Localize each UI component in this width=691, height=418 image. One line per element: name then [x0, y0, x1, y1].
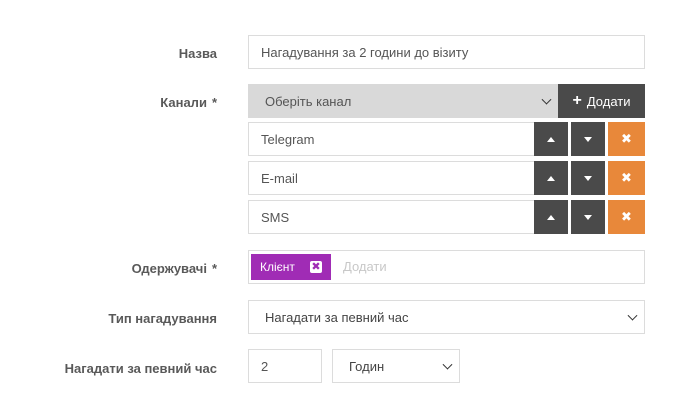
channel-item-sms: SMS: [248, 200, 538, 234]
recipient-tag-label: Клієнт: [260, 260, 295, 274]
arrow-up-icon: [547, 214, 555, 220]
move-down-button[interactable]: [571, 200, 605, 234]
move-up-button[interactable]: [534, 161, 568, 195]
move-up-button[interactable]: [534, 122, 568, 156]
recipient-tag-client: Клієнт ✖: [251, 254, 331, 280]
channel-item-telegram: Telegram: [248, 122, 538, 156]
reminder-type-value: Нагадати за певний час: [265, 309, 409, 325]
name-input[interactable]: Нагадування за 2 години до візиту: [248, 35, 645, 69]
chevron-down-icon: [541, 94, 552, 105]
remove-channel-button[interactable]: ✖: [608, 122, 645, 156]
channel-item-label: SMS: [261, 209, 290, 225]
plus-icon: +: [572, 92, 582, 109]
required-mark: *: [211, 95, 217, 110]
remind-amount-input[interactable]: 2: [248, 349, 322, 383]
required-mark: *: [211, 261, 217, 276]
channel-item-label: E-mail: [261, 170, 298, 186]
channel-item-email: E-mail: [248, 161, 538, 195]
arrow-down-icon: [584, 136, 592, 142]
name-label: Назва: [178, 46, 217, 61]
channel-select-placeholder: Оберіть канал: [265, 93, 352, 109]
channel-select[interactable]: Оберіть канал: [248, 84, 559, 118]
reminder-type-label: Тип нагадування: [108, 311, 217, 326]
arrow-down-icon: [584, 214, 592, 220]
remind-before-label: Нагадати за певний час: [64, 361, 217, 376]
arrow-down-icon: [584, 175, 592, 181]
recipients-input-placeholder[interactable]: Додати: [343, 259, 387, 274]
move-down-button[interactable]: [571, 161, 605, 195]
close-icon: ✖: [621, 170, 632, 185]
close-icon: ✖: [621, 209, 632, 224]
move-up-button[interactable]: [534, 200, 568, 234]
remove-channel-button[interactable]: ✖: [608, 161, 645, 195]
channel-item-label: Telegram: [261, 131, 315, 147]
remind-unit-select[interactable]: Годин: [332, 349, 460, 383]
remove-channel-button[interactable]: ✖: [608, 200, 645, 234]
channels-label: Канали *: [160, 95, 217, 110]
add-channel-label: Додати: [586, 93, 631, 109]
arrow-up-icon: [547, 136, 555, 142]
remind-unit-value: Годин: [349, 358, 385, 374]
arrow-up-icon: [547, 175, 555, 181]
remind-amount-value: 2: [261, 358, 269, 374]
name-input-value: Нагадування за 2 години до візиту: [261, 44, 469, 60]
chevron-down-icon: [627, 310, 638, 321]
move-down-button[interactable]: [571, 122, 605, 156]
reminder-type-select[interactable]: Нагадати за певний час: [248, 300, 645, 334]
chevron-down-icon: [442, 359, 453, 370]
close-icon: ✖: [621, 131, 632, 146]
tag-remove-icon[interactable]: ✖: [310, 261, 322, 273]
add-channel-button[interactable]: + Додати: [558, 84, 645, 118]
recipients-label: Одержувачі *: [131, 261, 217, 276]
